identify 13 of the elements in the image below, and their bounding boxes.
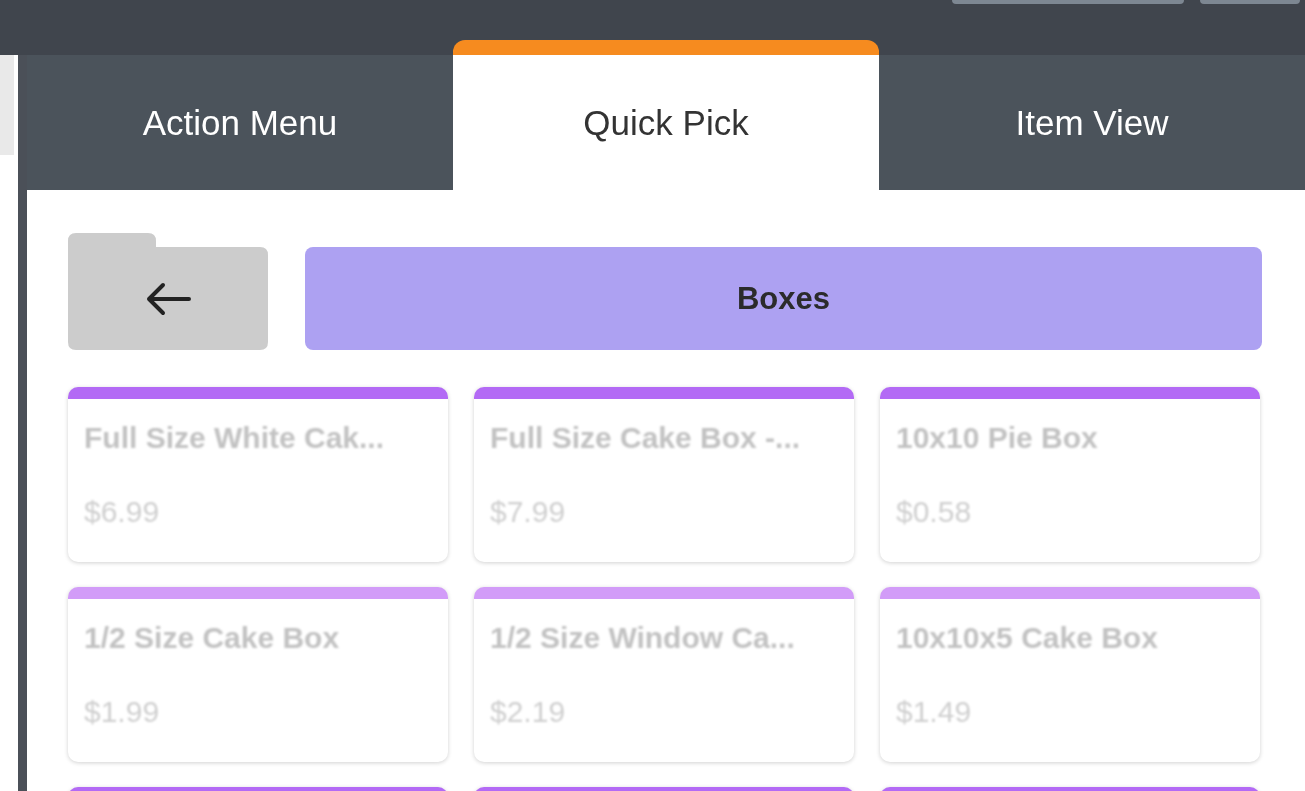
toolbar-button[interactable] [952,0,1184,4]
product-name: 1/2 Size Window Ca... [490,621,796,655]
tab[interactable]: Action Menu [27,55,453,190]
tab[interactable]: Quick Pick [453,40,879,190]
tab[interactable]: Item View [879,55,1305,190]
product-name: 10x10 Pie Box [896,421,1099,455]
category-header: Boxes [305,247,1262,350]
toolbar-button[interactable] [1200,0,1300,4]
product-name: 1/2 Size Cake Box [84,621,341,655]
product-name: Full Size White Cak... [84,421,386,455]
back-button[interactable] [68,233,268,350]
product-name: Full Size Cake Box -... [490,421,802,455]
product-name: 10x10x5 Cake Box [896,621,1159,655]
